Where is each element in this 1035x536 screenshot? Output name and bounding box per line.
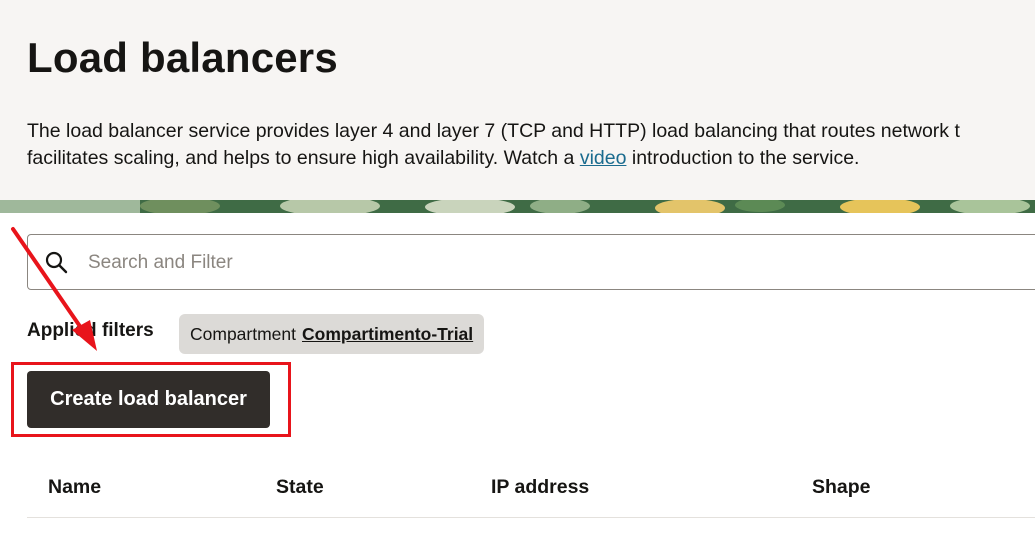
chip-value-link[interactable]: Compartimento-Trial (302, 324, 473, 345)
search-filter-field[interactable] (27, 234, 1035, 290)
column-header-shape[interactable]: Shape (812, 476, 871, 499)
page-title: Load balancers (27, 34, 338, 81)
annotation-arrow (11, 227, 97, 351)
search-input[interactable] (86, 245, 990, 281)
decorative-banner (0, 200, 1035, 213)
page-header: Load balancers The load balancer service… (0, 0, 1035, 200)
description-text-2: facilitates scaling, and helps to ensure… (27, 147, 580, 169)
compartment-filter-chip[interactable]: Compartment Compartimento-Trial (179, 314, 485, 354)
table-header-divider (27, 517, 1035, 518)
video-link[interactable]: video (580, 147, 627, 169)
chip-key: Compartment (190, 323, 297, 344)
page-description: The load balancer service provides layer… (27, 118, 1035, 172)
column-header-state[interactable]: State (276, 476, 324, 499)
column-header-name[interactable]: Name (48, 476, 101, 499)
annotation-highlight-box (11, 362, 291, 437)
description-text-3: introduction to the service. (626, 147, 860, 169)
column-header-ip-address[interactable]: IP address (491, 476, 589, 499)
description-text-1: The load balancer service provides layer… (27, 120, 960, 142)
